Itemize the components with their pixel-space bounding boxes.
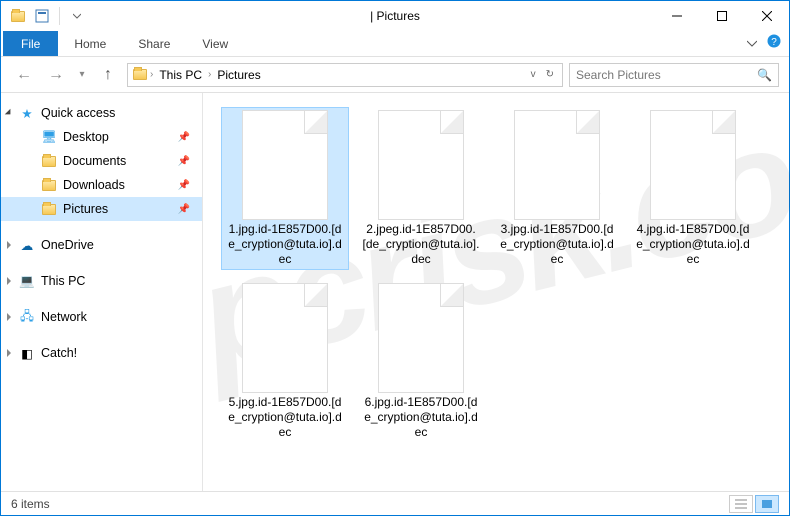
sidebar-item-label: Network	[41, 310, 87, 324]
minimize-button[interactable]	[654, 1, 699, 31]
pin-icon: 📌	[178, 156, 190, 167]
sidebar-item-label: Catch!	[41, 346, 77, 360]
sidebar-item-label: Documents	[63, 154, 126, 168]
sidebar-item-label: Quick access	[41, 106, 115, 120]
sidebar-item-label: OneDrive	[41, 238, 94, 252]
file-name: 1.jpg.id-1E857D00.[de_cryption@tuta.io].…	[224, 220, 346, 267]
forward-button[interactable]: →	[43, 62, 69, 88]
breadcrumb-pictures[interactable]: Pictures	[213, 68, 264, 82]
pc-icon: 💻	[19, 273, 35, 289]
file-item[interactable]: 4.jpg.id-1E857D00.[de_cryption@tuta.io].…	[629, 107, 757, 270]
refresh-icon[interactable]: ↻	[542, 69, 558, 80]
cloud-icon: ☁	[19, 237, 35, 253]
pin-icon: 📌	[178, 204, 190, 215]
search-input[interactable]: Search Pictures 🔍	[569, 63, 779, 87]
folder-icon	[132, 67, 148, 83]
breadcrumb-dropdown-icon[interactable]: v	[527, 69, 540, 80]
file-thumbnail	[650, 110, 736, 220]
folder-icon	[41, 153, 57, 169]
pin-icon: 📌	[178, 180, 190, 191]
file-item[interactable]: 6.jpg.id-1E857D00.[de_cryption@tuta.io].…	[357, 280, 485, 443]
file-name: 5.jpg.id-1E857D00.[de_cryption@tuta.io].…	[224, 393, 346, 440]
file-item[interactable]: 1.jpg.id-1E857D00.[de_cryption@tuta.io].…	[221, 107, 349, 270]
search-icon[interactable]: 🔍	[757, 68, 772, 82]
sidebar-item-network[interactable]: 🖧 Network	[1, 305, 202, 329]
file-thumbnail	[378, 110, 464, 220]
search-placeholder: Search Pictures	[576, 68, 661, 82]
folder-icon	[41, 177, 57, 193]
breadcrumb-this-pc[interactable]: This PC	[155, 68, 206, 82]
folder-icon	[41, 201, 57, 217]
svg-text:?: ?	[771, 37, 777, 48]
sidebar-item-pictures[interactable]: Pictures 📌	[1, 197, 202, 221]
sidebar-item-label: This PC	[41, 274, 85, 288]
file-name: 3.jpg.id-1E857D00.[de_cryption@tuta.io].…	[496, 220, 618, 267]
file-name: 4.jpg.id-1E857D00.[de_cryption@tuta.io].…	[632, 220, 754, 267]
close-button[interactable]	[744, 1, 789, 31]
file-item[interactable]: 2.jpeg.id-1E857D00.[de_cryption@tuta.io]…	[357, 107, 485, 270]
sidebar-item-label: Pictures	[63, 202, 108, 216]
sidebar-item-this-pc[interactable]: 💻 This PC	[1, 269, 202, 293]
item-count: 6 items	[11, 497, 50, 511]
address-bar: ← → ▾ ↑ › This PC › Pictures v ↻ Search …	[1, 57, 789, 93]
title-bar: | Pictures	[1, 1, 789, 31]
ribbon: File Home Share View ?	[1, 31, 789, 57]
up-button[interactable]: ↑	[95, 62, 121, 88]
quick-access-toolbar	[1, 5, 94, 27]
file-list[interactable]: 1.jpg.id-1E857D00.[de_cryption@tuta.io].…	[203, 93, 789, 491]
navigation-pane: ★ Quick access 🖥 Desktop 📌 Documents 📌 D…	[1, 93, 203, 491]
qat-dropdown-icon[interactable]	[66, 5, 88, 27]
chevron-right-icon[interactable]: ›	[208, 69, 211, 80]
sidebar-item-label: Desktop	[63, 130, 109, 144]
sidebar-item-desktop[interactable]: 🖥 Desktop 📌	[1, 125, 202, 149]
sidebar-item-label: Downloads	[63, 178, 125, 192]
history-dropdown-icon[interactable]: ▾	[75, 62, 89, 88]
maximize-button[interactable]	[699, 1, 744, 31]
file-name: 2.jpeg.id-1E857D00.[de_cryption@tuta.io]…	[360, 220, 482, 267]
help-icon[interactable]: ?	[767, 34, 781, 53]
details-view-button[interactable]	[729, 495, 753, 513]
file-item[interactable]: 3.jpg.id-1E857D00.[de_cryption@tuta.io].…	[493, 107, 621, 270]
file-name: 6.jpg.id-1E857D00.[de_cryption@tuta.io].…	[360, 393, 482, 440]
network-icon: 🖧	[19, 309, 35, 325]
tab-home[interactable]: Home	[58, 31, 122, 56]
sidebar-item-onedrive[interactable]: ☁ OneDrive	[1, 233, 202, 257]
file-thumbnail	[242, 283, 328, 393]
file-tab[interactable]: File	[3, 31, 58, 56]
tab-view[interactable]: View	[186, 31, 244, 56]
pin-icon: 📌	[178, 132, 190, 143]
sidebar-item-catch[interactable]: ◧ Catch!	[1, 341, 202, 365]
file-item[interactable]: 5.jpg.id-1E857D00.[de_cryption@tuta.io].…	[221, 280, 349, 443]
file-thumbnail	[514, 110, 600, 220]
file-thumbnail	[242, 110, 328, 220]
sidebar-item-documents[interactable]: Documents 📌	[1, 149, 202, 173]
star-icon: ★	[19, 105, 35, 121]
sidebar-item-quick-access[interactable]: ★ Quick access	[1, 101, 202, 125]
ribbon-expand-icon[interactable]	[747, 35, 757, 53]
folder-icon	[7, 5, 29, 27]
breadcrumb[interactable]: › This PC › Pictures v ↻	[127, 63, 563, 87]
properties-icon[interactable]	[31, 5, 53, 27]
back-button[interactable]: ←	[11, 62, 37, 88]
chevron-right-icon[interactable]: ›	[150, 69, 153, 80]
status-bar: 6 items	[1, 491, 789, 515]
desktop-icon: 🖥	[41, 129, 57, 145]
file-thumbnail	[378, 283, 464, 393]
catch-icon: ◧	[19, 345, 35, 361]
sidebar-item-downloads[interactable]: Downloads 📌	[1, 173, 202, 197]
tab-share[interactable]: Share	[122, 31, 186, 56]
icons-view-button[interactable]	[755, 495, 779, 513]
